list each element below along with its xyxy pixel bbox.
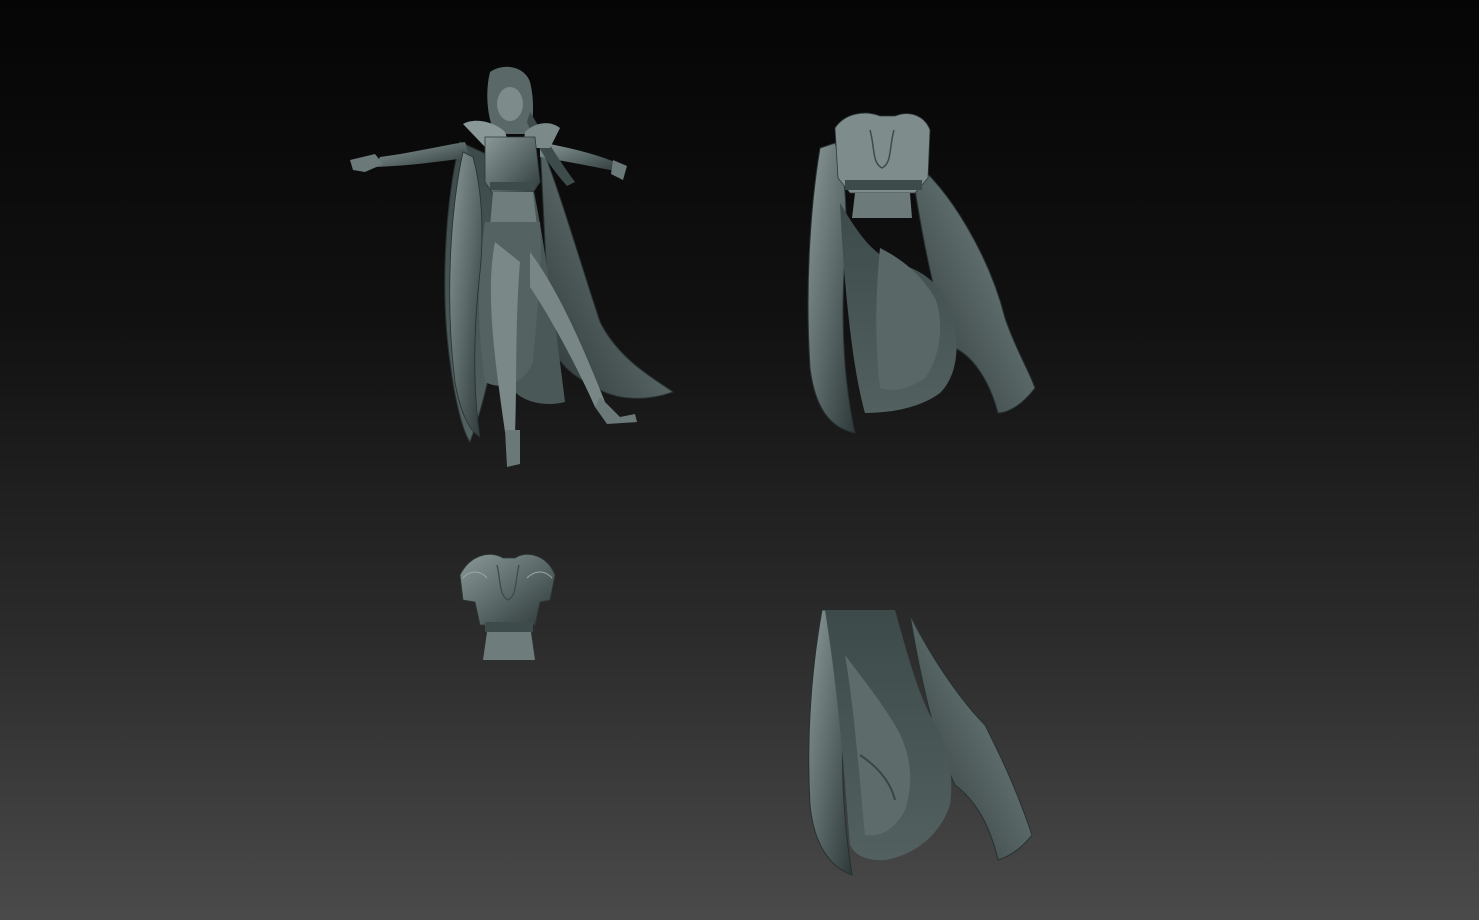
coat-mesh-icon: [807, 112, 1036, 434]
top-mesh-icon: [459, 554, 556, 660]
3d-viewport[interactable]: [0, 0, 1479, 920]
figure-model[interactable]: [345, 62, 680, 472]
top-model[interactable]: [455, 550, 560, 665]
coat-model[interactable]: [800, 108, 1040, 438]
cape-model[interactable]: [800, 605, 1040, 880]
cape-mesh-icon: [808, 609, 1033, 876]
figure-mesh-icon: [350, 66, 675, 467]
